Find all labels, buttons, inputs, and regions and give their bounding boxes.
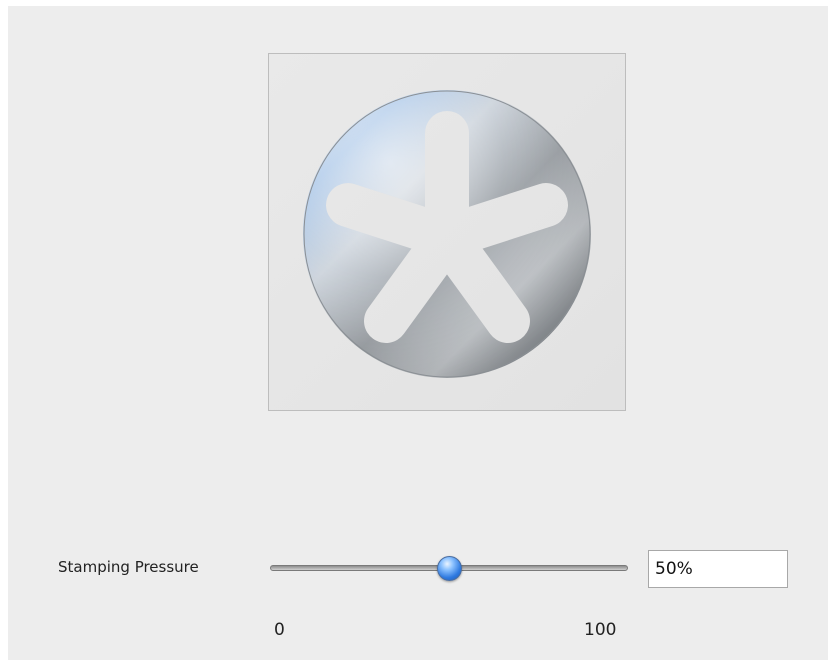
pressure-value-field[interactable]	[648, 550, 788, 588]
slider-max-label: 100	[584, 620, 617, 640]
slider-thumb[interactable]	[436, 556, 462, 581]
stamped-disc-icon	[303, 90, 591, 378]
stamping-panel: Stamping Pressure 0 100	[8, 6, 828, 660]
stamping-pressure-slider[interactable]	[270, 554, 628, 584]
stamping-pressure-label: Stamping Pressure	[58, 558, 199, 576]
stamp-preview	[268, 53, 626, 411]
slider-min-label: 0	[274, 620, 285, 640]
